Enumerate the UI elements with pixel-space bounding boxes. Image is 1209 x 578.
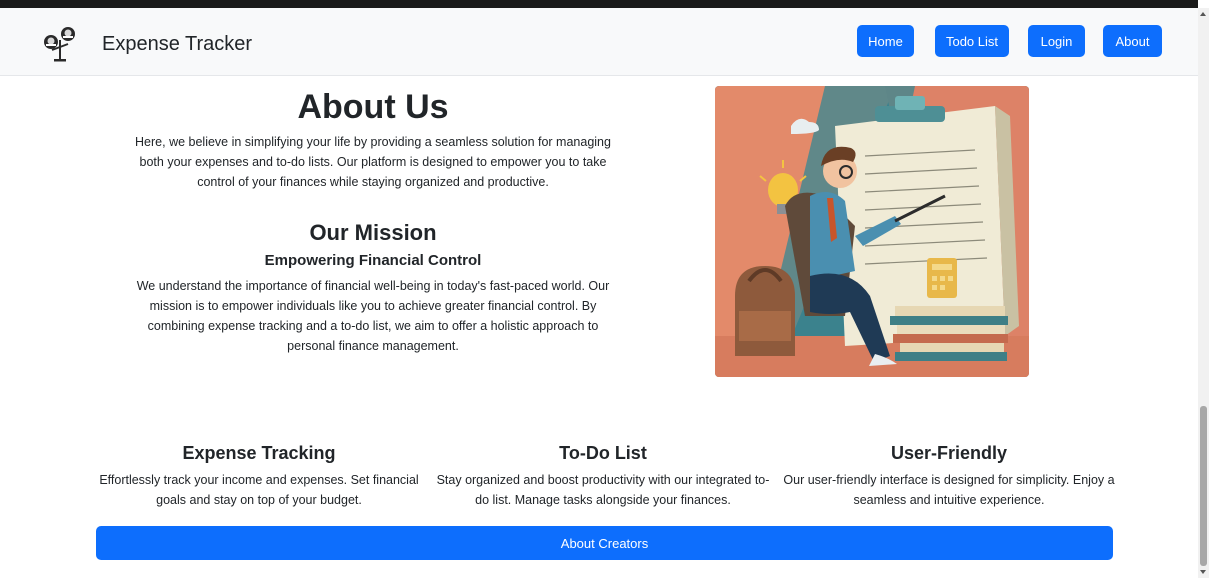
feature-body-expense-tracking: Effortlessly track your income and expen… (99, 473, 419, 507)
feature-title-todo-list: To-Do List (559, 443, 647, 463)
login-button[interactable]: Login (1028, 25, 1085, 57)
feature-title-user-friendly: User-Friendly (890, 443, 1008, 463)
mission-title: Our Mission (309, 220, 437, 245)
feature-body-user-friendly: Our user-friendly interface is designed … (783, 473, 1115, 507)
scrollbar-thumb[interactable] (1200, 406, 1207, 566)
scroll-up-icon[interactable] (1200, 12, 1206, 16)
man-writing-on-notepad-illustration (715, 86, 1029, 377)
feature-body-todo-list: Stay organized and boost productivity wi… (436, 473, 770, 507)
about-creators-button[interactable]: About Creators (96, 526, 1113, 560)
about-title: About Us (297, 88, 449, 126)
balance-scale-coins-icon[interactable] (40, 22, 80, 64)
mission-body: We understand the importance of financia… (136, 279, 610, 353)
feature-title-expense-tracking: Expense Tracking (182, 443, 336, 463)
scroll-down-icon[interactable] (1200, 570, 1206, 574)
brand-title[interactable]: Expense Tracker (102, 33, 252, 56)
about-body: Here, we believe in simplifying your lif… (135, 135, 611, 189)
about-button[interactable]: About (1103, 25, 1162, 57)
mission-subtitle: Empowering Financial Control (264, 252, 482, 269)
window-top-edge (0, 0, 1198, 8)
todo-list-button[interactable]: Todo List (935, 25, 1009, 57)
navbar: Expense Tracker Home Todo List Login Abo… (0, 8, 1198, 76)
home-button[interactable]: Home (857, 25, 914, 57)
